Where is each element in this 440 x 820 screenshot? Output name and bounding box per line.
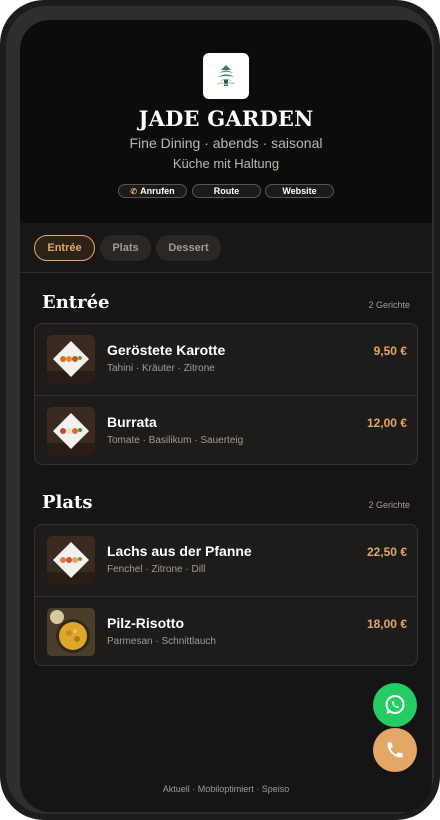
dish-item[interactable]: Pilz-Risotto Parmesan · Schnittlauch 18,…: [35, 596, 417, 665]
restaurant-header: JADE GARDEN Fine Dining · abends · saiso…: [20, 20, 432, 223]
plated-dish-image: [47, 335, 95, 383]
website-button-label: Website: [282, 186, 317, 196]
dish-name: Pilz-Risotto: [107, 615, 184, 631]
dish-list-plats: Lachs aus der Pfanne Fenchel · Zitrone ·…: [34, 524, 418, 666]
restaurant-logo: [203, 53, 249, 99]
dish-description: Fenchel · Zitrone · Dill: [107, 564, 206, 575]
section-title-plats: Plats: [42, 492, 93, 513]
dish-price: 9,50 €: [373, 344, 407, 358]
pagoda-leaf-icon: [216, 65, 236, 86]
dish-item[interactable]: Geröstete Karotte Tahini · Kräuter · Zit…: [35, 324, 417, 394]
tab-dessert[interactable]: Dessert: [156, 235, 221, 261]
phone-bezel: JADE GARDEN Fine Dining · abends · saiso…: [6, 6, 434, 814]
phone-icon: ✆: [130, 186, 138, 196]
section-title-entree: Entrée: [42, 292, 110, 313]
restaurant-name: JADE GARDEN: [138, 106, 314, 131]
risotto-bowl-image: [47, 608, 95, 656]
dish-description: Tahini · Kräuter · Zitrone: [107, 363, 215, 374]
phone-frame: JADE GARDEN Fine Dining · abends · saiso…: [0, 0, 440, 820]
dish-price: 22,50 €: [366, 545, 407, 559]
dish-price: 18,00 €: [366, 617, 407, 631]
dish-description: Parmesan · Schnittlauch: [107, 636, 216, 647]
dish-description: Tomate · Basilikum · Sauerteig: [107, 435, 244, 446]
tab-plats[interactable]: Plats: [100, 235, 151, 261]
dish-name: Lachs aus der Pfanne: [107, 543, 252, 559]
dish-name: Geröstete Karotte: [107, 342, 226, 358]
section-count-entree: 2 Gerichte: [368, 300, 410, 310]
whatsapp-icon: [385, 695, 405, 714]
dish-price: 12,00 €: [366, 416, 407, 430]
call-button-label: Anrufen: [140, 186, 175, 196]
plated-dish-image: [47, 407, 95, 455]
page-footer: Aktuell · Mobiloptimiert · Speiso: [162, 784, 290, 794]
website-button[interactable]: Website: [265, 184, 334, 198]
tab-entree[interactable]: Entrée: [34, 235, 95, 261]
call-button[interactable]: ✆ Anrufen: [118, 184, 187, 198]
screen: JADE GARDEN Fine Dining · abends · saiso…: [20, 20, 432, 812]
restaurant-tagline: Fine Dining · abends · saisonal: [129, 135, 323, 151]
restaurant-subtagline: Küche mit Haltung: [172, 156, 280, 171]
section-count-plats: 2 Gerichte: [368, 500, 410, 510]
category-tabs: Entrée Plats Dessert: [20, 223, 432, 273]
whatsapp-button[interactable]: [373, 683, 417, 727]
dish-list-entree: Geröstete Karotte Tahini · Kräuter · Zit…: [34, 323, 418, 465]
dish-name: Burrata: [107, 414, 157, 430]
route-button-label: Route: [213, 186, 240, 196]
plated-dish-image: [47, 536, 95, 584]
route-button[interactable]: Route: [192, 184, 261, 198]
call-fab-button[interactable]: [373, 728, 417, 772]
dish-item[interactable]: Burrata Tomate · Basilikum · Sauerteig 1…: [35, 395, 417, 464]
phone-icon: [387, 742, 403, 758]
dish-item[interactable]: Lachs aus der Pfanne Fenchel · Zitrone ·…: [35, 525, 417, 595]
